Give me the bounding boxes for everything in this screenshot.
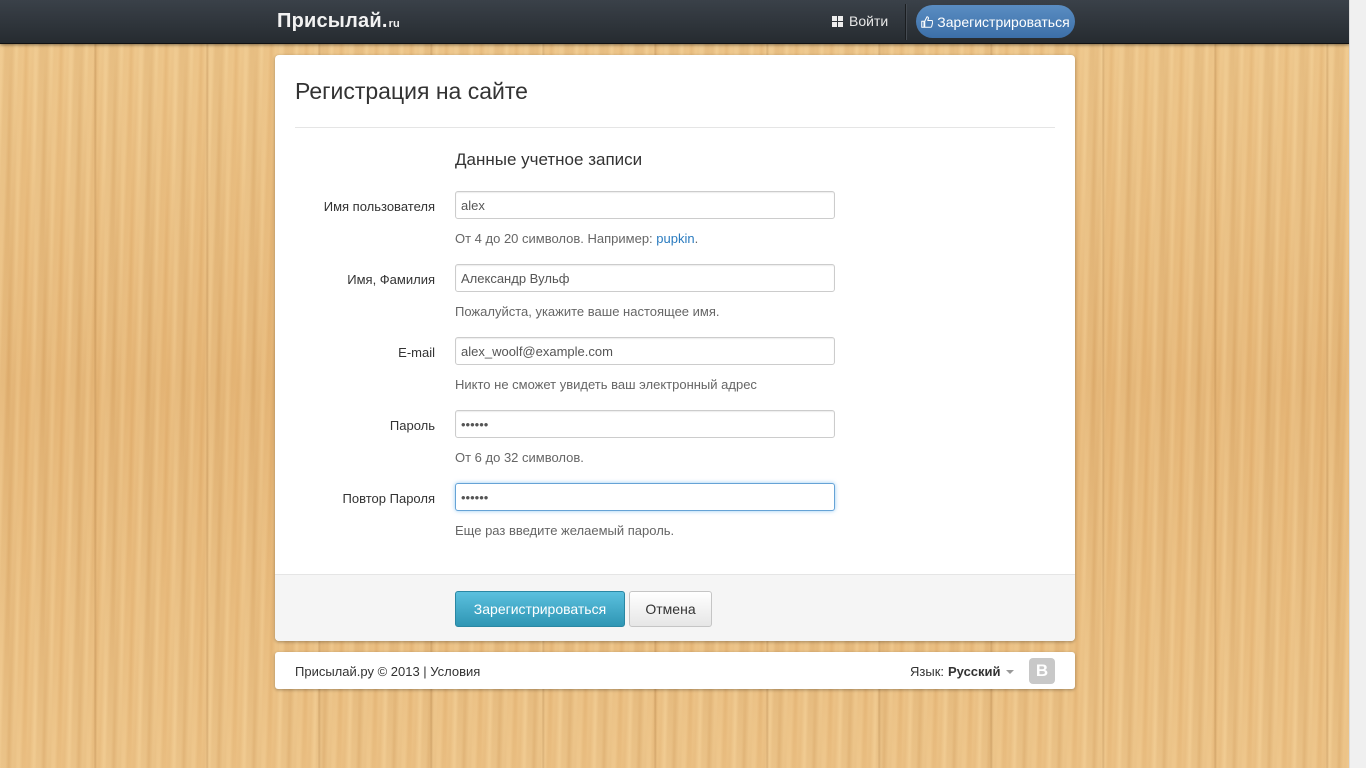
password-input[interactable] [455,410,835,438]
brand-logo[interactable]: Присылай.ru [277,10,400,33]
copyright-text: Присылай.ру © 2013 | [295,664,431,679]
fullname-input[interactable] [455,264,835,292]
password-label: Пароль [389,418,435,433]
language-selector[interactable]: Язык: Русский [910,664,1014,679]
registration-panel: Регистрация на сайте Данные учетное запи… [275,55,1075,641]
username-label: Имя пользователя [323,199,435,214]
caret-down-icon [1005,669,1014,674]
example-username-link[interactable]: pupkin [656,231,694,246]
email-row: E-mail Никто не сможет увидеть ваш элект… [275,337,1075,407]
register-submit-button[interactable]: Зарегистрироваться [455,591,625,627]
password-repeat-help: Еще раз введите желаемый пароль. [455,523,675,538]
page-title: Регистрация на сайте [295,78,528,104]
login-link[interactable]: Войти [832,13,888,29]
form-actions: Зарегистрироваться Отмена [275,574,1075,641]
grid-icon [832,15,843,27]
password-help: От 6 до 32 символов. [455,450,584,465]
language-label: Язык: [910,664,944,679]
brand-name: Присылай. [277,10,388,32]
header-register-label: Зарегистрироваться [937,13,1070,30]
title-divider [295,127,1055,128]
vk-icon[interactable]: B [1029,658,1055,684]
fullname-help: Пожалуйста, укажите ваше настоящее имя. [455,304,720,319]
cancel-button[interactable]: Отмена [629,591,712,627]
page-scrollbar[interactable] [1349,0,1366,768]
username-help-suffix: . [694,231,699,246]
section-legend: Данные учетное записи [455,150,643,169]
login-label: Войти [849,13,889,29]
nav-divider [905,4,907,40]
email-label: E-mail [398,345,435,360]
fullname-label: Имя, Фамилия [347,272,435,287]
username-input[interactable] [455,191,835,219]
email-input[interactable] [455,337,835,365]
header-register-button[interactable]: Зарегистрироваться [916,5,1075,38]
username-row: Имя пользователя От 4 до 20 символов. На… [275,191,1075,261]
terms-link[interactable]: Условия [430,664,480,679]
password-repeat-row: Повтор Пароля Еще раз введите желаемый п… [275,483,1075,553]
footer-copyright: Присылай.ру © 2013 | Условия [295,664,480,679]
thumbs-up-icon [921,15,934,28]
brand-tld: ru [388,18,400,30]
fullname-row: Имя, Фамилия Пожалуйста, укажите ваше на… [275,264,1075,334]
language-value[interactable]: Русский [948,664,1001,679]
password-repeat-label: Повтор Пароля [342,491,435,506]
username-help: От 4 до 20 символов. Например: pupkin. [455,231,698,246]
email-help: Никто не сможет увидеть ваш электронный … [455,377,757,392]
password-repeat-input[interactable] [455,483,835,511]
page-footer: Присылай.ру © 2013 | Условия Язык: Русск… [275,652,1075,689]
password-row: Пароль От 6 до 32 символов. [275,410,1075,480]
username-help-text: От 4 до 20 символов. Например: [455,231,657,246]
top-navbar: Присылай.ru Войти Зарегистрироваться [0,0,1350,44]
